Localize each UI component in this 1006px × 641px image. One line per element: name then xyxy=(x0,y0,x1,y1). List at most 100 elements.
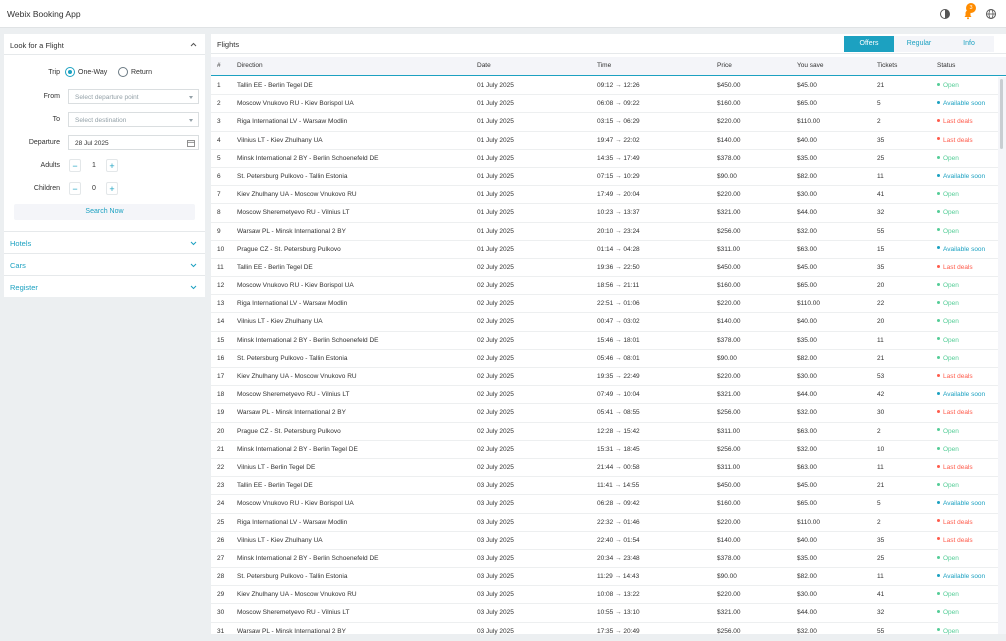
language-globe-icon[interactable] xyxy=(984,7,998,21)
column-header-time[interactable]: Time xyxy=(597,62,611,69)
departure-datepicker[interactable]: 28 Jul 2025 xyxy=(68,135,199,150)
table-row[interactable]: 24 Moscow Vnukovo RU - Kiev Borispol UA 03… xyxy=(211,495,998,514)
table-row[interactable]: 11 Tallin EE - Berlin Tegel DE 02 July 202… xyxy=(211,259,998,278)
row-time: 11:29 → 14:43 xyxy=(597,573,639,580)
row-price: $321.00 xyxy=(717,209,741,217)
status-text: Last deals xyxy=(943,263,973,271)
status-badge: Last deals xyxy=(937,373,973,380)
children-value[interactable]: 0 xyxy=(85,185,103,192)
table-row[interactable]: 15 Minsk International 2 BY - Berlin Scho… xyxy=(211,332,998,350)
chevron-up-icon[interactable] xyxy=(189,40,198,49)
table-row[interactable]: 1 Tallin EE - Berlin Tegel DE 01 July 2025… xyxy=(211,77,998,96)
table-row[interactable]: 14 Vilnius LT - Kiev Zhulhany UA 02 July 2… xyxy=(211,313,998,332)
table-row[interactable]: 29 Kiev Zhulhany UA - Moscow Vnukovo RU 03… xyxy=(211,586,998,605)
arrow-right-icon: → xyxy=(613,336,624,344)
table-row[interactable]: 31 Warsaw PL - Minsk International 2 BY 03… xyxy=(211,623,998,641)
row-date: 02 July 2025 xyxy=(477,409,514,417)
adults-value[interactable]: 1 xyxy=(85,162,103,169)
table-scrollbar[interactable] xyxy=(998,77,1006,634)
row-price: $256.00 xyxy=(717,409,741,417)
table-row[interactable]: 5 Minsk International 2 BY - Berlin Schoe… xyxy=(211,150,998,168)
accordion-register[interactable]: Register xyxy=(4,275,205,297)
accordion-cars[interactable]: Cars xyxy=(4,253,205,275)
table-row[interactable]: 19 Warsaw PL - Minsk International 2 BY 02… xyxy=(211,404,998,423)
table-row[interactable]: 18 Moscow Sheremetyevo RU - Vilnius LT 02 … xyxy=(211,386,998,405)
table-row[interactable]: 28 St. Petersburg Pulkovo - Tallin Estoni… xyxy=(211,568,998,587)
one-way-label[interactable]: One-Way xyxy=(78,69,107,76)
return-radio[interactable] xyxy=(118,67,128,77)
column-header-number[interactable]: # xyxy=(217,62,221,69)
return-label[interactable]: Return xyxy=(131,69,152,76)
from-select[interactable]: Select departure point xyxy=(68,89,199,104)
column-header-direction[interactable]: Direction xyxy=(237,62,263,69)
table-row[interactable]: 3 Riga International LV - Warsaw Modlin 01… xyxy=(211,113,998,132)
table-row[interactable]: 6 St. Petersburg Pulkovo - Tallin Estonia… xyxy=(211,168,998,187)
arrow-right-icon: → xyxy=(613,391,624,399)
status-text: Last deals xyxy=(943,373,973,380)
row-time: 06:08 → 09:22 xyxy=(597,100,640,107)
tab-offers[interactable]: Offers xyxy=(844,36,894,52)
row-date: 03 July 2025 xyxy=(477,591,514,599)
table-row[interactable]: 2 Moscow Vnukovo RU - Kiev Borispol UA 01 … xyxy=(211,95,998,114)
row-departure-time: 05:41 xyxy=(597,409,614,417)
table-row[interactable]: 25 Riga International LV - Warsaw Modlin 0… xyxy=(211,514,998,532)
children-plus-button[interactable]: + xyxy=(106,182,118,195)
row-number: 12 xyxy=(217,282,225,290)
table-row[interactable]: 17 Kiev Zhulhany UA - Moscow Vnukovo RU 02… xyxy=(211,368,998,387)
row-arrival-time: 12:26 xyxy=(623,82,640,89)
column-header-date[interactable]: Date xyxy=(477,62,491,69)
table-row[interactable]: 22 Vilnius LT - Berlin Tegel DE 02 July 20… xyxy=(211,459,998,478)
column-header-tickets[interactable]: Tickets xyxy=(877,62,897,69)
table-row[interactable]: 9 Warsaw PL - Minsk International 2 BY 01 … xyxy=(211,223,998,241)
row-number: 22 xyxy=(217,463,225,471)
row-arrival-time: 03:02 xyxy=(623,318,640,326)
table-row[interactable]: 30 Moscow Sheremetyevo RU - Vilnius LT 03 … xyxy=(211,604,998,623)
children-stepper[interactable]: − 0 + xyxy=(68,181,120,196)
row-price: $160.00 xyxy=(717,282,741,290)
row-arrival-time: 01:06 xyxy=(623,300,640,308)
table-row[interactable]: 23 Tallin EE - Berlin Tegel DE 03 July 202… xyxy=(211,477,998,496)
table-row[interactable]: 12 Moscow Vnukovo RU - Kiev Borispol UA 02… xyxy=(211,277,998,296)
table-row[interactable]: 7 Kiev Zhulhany UA - Moscow Vnukovo RU 01 … xyxy=(211,186,998,205)
table-row[interactable]: 21 Minsk International 2 BY - Berlin Tege… xyxy=(211,441,998,459)
table-row[interactable]: 10 Prague CZ - St. Petersburg Pulkovo 01 J… xyxy=(211,241,998,259)
row-you-save: $65.00 xyxy=(797,500,817,508)
tab-regular[interactable]: Regular xyxy=(894,36,944,52)
column-header-price[interactable]: Price xyxy=(717,62,732,69)
scrollbar-thumb[interactable] xyxy=(1000,79,1003,149)
column-header-status[interactable]: Status xyxy=(937,62,955,69)
row-time: 15:46 → 18:01 xyxy=(597,337,640,344)
table-row[interactable]: 16 St. Petersburg Pulkovo - Tallin Estoni… xyxy=(211,350,998,368)
table-row[interactable]: 27 Minsk International 2 BY - Berlin Scho… xyxy=(211,550,998,569)
search-now-button[interactable]: Search Now xyxy=(14,204,195,220)
children-minus-button[interactable]: − xyxy=(69,182,81,195)
row-you-save: $63.00 xyxy=(797,463,817,471)
adults-plus-button[interactable]: + xyxy=(106,159,118,172)
arrow-right-icon: → xyxy=(613,118,624,126)
accordion-hotels[interactable]: Hotels xyxy=(4,231,205,253)
status-badge: Last deals xyxy=(937,137,973,144)
row-price: $311.00 xyxy=(717,463,741,471)
table-row[interactable]: 20 Prague CZ - St. Petersburg Pulkovo 02 J… xyxy=(211,423,998,441)
table-row[interactable]: 8 Moscow Sheremetyevo RU - Vilnius LT 01 J… xyxy=(211,204,998,223)
table-row[interactable]: 26 Vilnius LT - Kiev Zhulhany UA 03 July 2… xyxy=(211,532,998,550)
table-row[interactable]: 4 Vilnius LT - Kiev Zhulhany UA 01 July 20… xyxy=(211,132,998,150)
one-way-radio[interactable] xyxy=(65,67,75,77)
arrow-right-icon: → xyxy=(613,136,624,144)
flight-panel-header[interactable]: Look for a Flight xyxy=(4,34,205,55)
adults-minus-button[interactable]: − xyxy=(69,159,81,172)
adults-stepper[interactable]: − 1 + xyxy=(68,158,120,173)
calendar-icon[interactable] xyxy=(187,139,195,147)
row-number: 18 xyxy=(217,391,225,399)
row-number: 24 xyxy=(217,500,225,508)
row-direction: Moscow Vnukovo RU - Kiev Borispol UA xyxy=(237,500,354,508)
row-date: 01 July 2025 xyxy=(477,209,514,217)
theme-contrast-icon[interactable] xyxy=(938,7,952,21)
tab-info[interactable]: Info xyxy=(944,36,994,52)
app-title: Webix Booking App xyxy=(7,9,81,19)
column-header-you-save[interactable]: You save xyxy=(797,62,824,69)
table-row[interactable]: 13 Riga International LV - Warsaw Modlin 0… xyxy=(211,295,998,314)
row-price: $450.00 xyxy=(717,82,741,89)
row-price: $311.00 xyxy=(717,427,741,435)
to-select[interactable]: Select destination xyxy=(68,112,199,127)
